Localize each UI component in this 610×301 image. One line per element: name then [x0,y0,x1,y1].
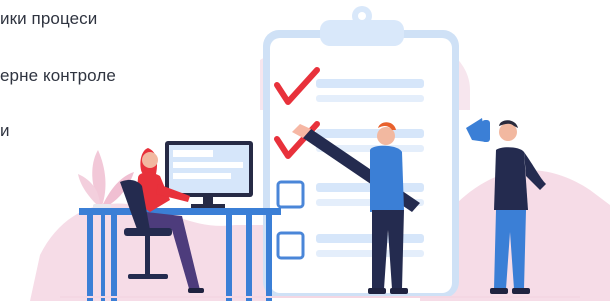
ground-line [60,296,580,298]
clipboard [263,6,459,298]
text-line-2: ерне контроле [0,66,116,85]
text-line-1: ики процеси [0,9,98,28]
text-block: ики процеси ерне контроле и [0,0,200,160]
text-line-3: и [0,121,10,140]
